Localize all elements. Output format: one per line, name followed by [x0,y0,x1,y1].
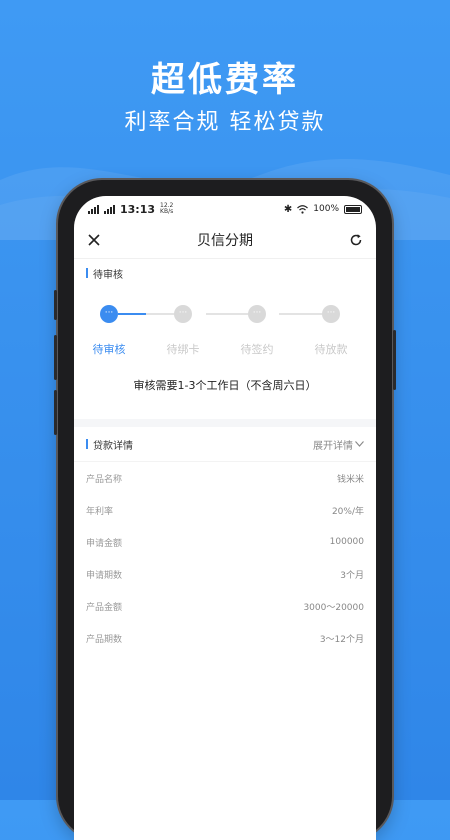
step-label-bind-card: 待绑卡 [166,343,200,356]
refresh-icon[interactable] [346,230,366,250]
details-title: 贷款详情 [93,440,133,452]
step-4-dot: ··· [322,305,340,323]
wifi-icon [297,204,309,214]
battery-percent: 100% [313,204,339,214]
accent-bar [86,439,88,449]
net-unit: KB/s [160,208,174,215]
detail-label: 产品期数 [86,634,123,645]
details-list: 产品名称 钱米米 年利率 20%/年 申请金额 100000 申请期数 3个月 … [74,462,376,654]
detail-value: 3个月 [340,570,364,581]
detail-label: 年利率 [86,506,114,517]
chevron-down-icon [355,441,364,447]
detail-value: 100000 [329,537,364,547]
step-label-review: 待审核 [92,343,126,356]
review-note: 审核需要1-3个工作日（不含周六日） [133,379,317,392]
detail-value: 20%/年 [331,506,364,517]
detail-label: 申请金额 [86,538,123,549]
status-bar: 13:13 12.2 KB/s ✱ 100% [74,196,376,222]
detail-row-annual-rate: 年利率 20%/年 [74,494,376,526]
signal-icon [104,204,115,214]
app-screen: 13:13 12.2 KB/s ✱ 100% 贝信分期 待审核 ··· ··· … [74,196,376,840]
page-title: 贝信分期 [197,233,253,249]
nav-bar: 贝信分期 [74,222,376,259]
review-section-title: 待审核 [93,269,123,281]
signal-icon [88,204,99,214]
step-label-disburse: 待放款 [314,343,348,356]
step-3-dot: ··· [248,305,266,323]
detail-row-apply-amount: 申请金额 100000 [74,526,376,558]
detail-row-product-name: 产品名称 钱米米 [74,462,376,494]
progress-steps: ··· ··· ··· ··· 待审核 待绑卡 待签约 待放款 [74,305,376,375]
details-header: 贷款详情 展开详情 [74,427,376,462]
detail-row-product-amount: 产品金额 3000～20000 [74,590,376,622]
detail-row-apply-term: 申请期数 3个月 [74,558,376,590]
detail-value: 3000～20000 [303,602,364,613]
detail-row-product-term: 产品期数 3～12个月 [74,622,376,654]
detail-label: 产品名称 [86,474,123,485]
detail-value: 钱米米 [336,474,364,485]
step-2-dot: ··· [174,305,192,323]
hero-title: 超低费率 [151,60,299,100]
accent-bar [86,268,88,278]
phone-frame: 13:13 12.2 KB/s ✱ 100% 贝信分期 待审核 ··· ··· … [54,180,396,840]
bluetooth-icon: ✱ [283,203,293,215]
detail-value: 3～12个月 [319,634,364,645]
review-section-header: 待审核 [74,259,376,287]
expand-details-label: 展开详情 [313,440,353,452]
section-divider [74,419,376,427]
step-label-sign: 待签约 [240,343,274,356]
detail-label: 申请期数 [86,570,123,581]
step-connector [118,313,146,315]
detail-label: 产品金额 [86,602,123,613]
status-time: 13:13 [120,202,156,216]
battery-icon [344,204,362,214]
expand-details-button[interactable]: 展开详情 [313,437,364,452]
step-1-dot: ··· [100,305,118,323]
close-icon[interactable] [84,230,104,250]
